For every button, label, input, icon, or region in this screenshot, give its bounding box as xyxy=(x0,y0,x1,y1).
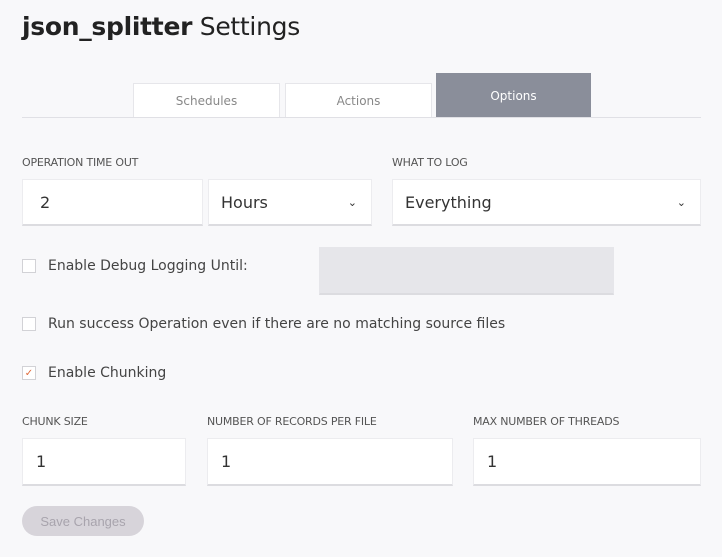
chunk-size-input[interactable]: 1 xyxy=(22,438,186,486)
page-title: json_splitter Settings xyxy=(22,12,300,41)
timeout-unit-select[interactable]: Hours ⌄ xyxy=(208,179,372,226)
settings-page: json_splitter Settings Schedules Actions… xyxy=(0,0,722,557)
what-to-log-select[interactable]: Everything ⌄ xyxy=(392,179,701,226)
tab-actions[interactable]: Actions xyxy=(285,83,432,117)
run-success-row: Run success Operation even if there are … xyxy=(22,316,505,332)
operation-timeout-value: 2 xyxy=(40,192,51,212)
debug-until-input[interactable] xyxy=(319,247,614,295)
chunk-size-label: CHUNK SIZE xyxy=(22,415,88,428)
chevron-down-icon: ⌄ xyxy=(676,195,686,209)
tab-label: Actions xyxy=(336,93,381,108)
run-success-checkbox[interactable] xyxy=(22,317,36,331)
chevron-down-icon: ⌄ xyxy=(347,195,357,209)
debug-logging-row: Enable Debug Logging Until: xyxy=(22,258,248,274)
timeout-unit-value: Hours xyxy=(221,192,268,212)
what-to-log-label: WHAT TO LOG xyxy=(392,156,468,169)
records-per-file-label: NUMBER OF RECORDS PER FILE xyxy=(207,415,377,428)
debug-logging-label: Enable Debug Logging Until: xyxy=(48,258,248,274)
enable-chunking-label: Enable Chunking xyxy=(48,365,167,381)
operation-timeout-input[interactable]: 2 xyxy=(22,179,203,226)
tab-label: Schedules xyxy=(175,93,238,108)
max-threads-label: MAX NUMBER OF THREADS xyxy=(473,415,620,428)
enable-chunking-row: ✓ Enable Chunking xyxy=(22,365,166,381)
run-success-label: Run success Operation even if there are … xyxy=(48,316,506,332)
tabs-divider xyxy=(22,117,701,118)
tab-options[interactable]: Options xyxy=(436,73,591,117)
max-threads-value: 1 xyxy=(487,452,498,471)
max-threads-input[interactable]: 1 xyxy=(473,438,701,486)
records-per-file-value: 1 xyxy=(221,452,232,471)
operation-timeout-label: OPERATION TIME OUT xyxy=(22,156,139,169)
tab-schedules[interactable]: Schedules xyxy=(133,83,280,117)
save-changes-button[interactable]: Save Changes xyxy=(22,506,144,536)
debug-logging-checkbox[interactable] xyxy=(22,259,36,273)
app-name: json_splitter xyxy=(22,12,193,41)
tab-label: Options xyxy=(490,89,537,103)
enable-chunking-checkbox[interactable]: ✓ xyxy=(22,366,36,380)
check-icon: ✓ xyxy=(24,367,34,379)
records-per-file-input[interactable]: 1 xyxy=(207,438,453,486)
title-suffix: Settings xyxy=(199,12,300,41)
chunk-size-value: 1 xyxy=(36,452,47,471)
what-to-log-value: Everything xyxy=(405,192,492,212)
